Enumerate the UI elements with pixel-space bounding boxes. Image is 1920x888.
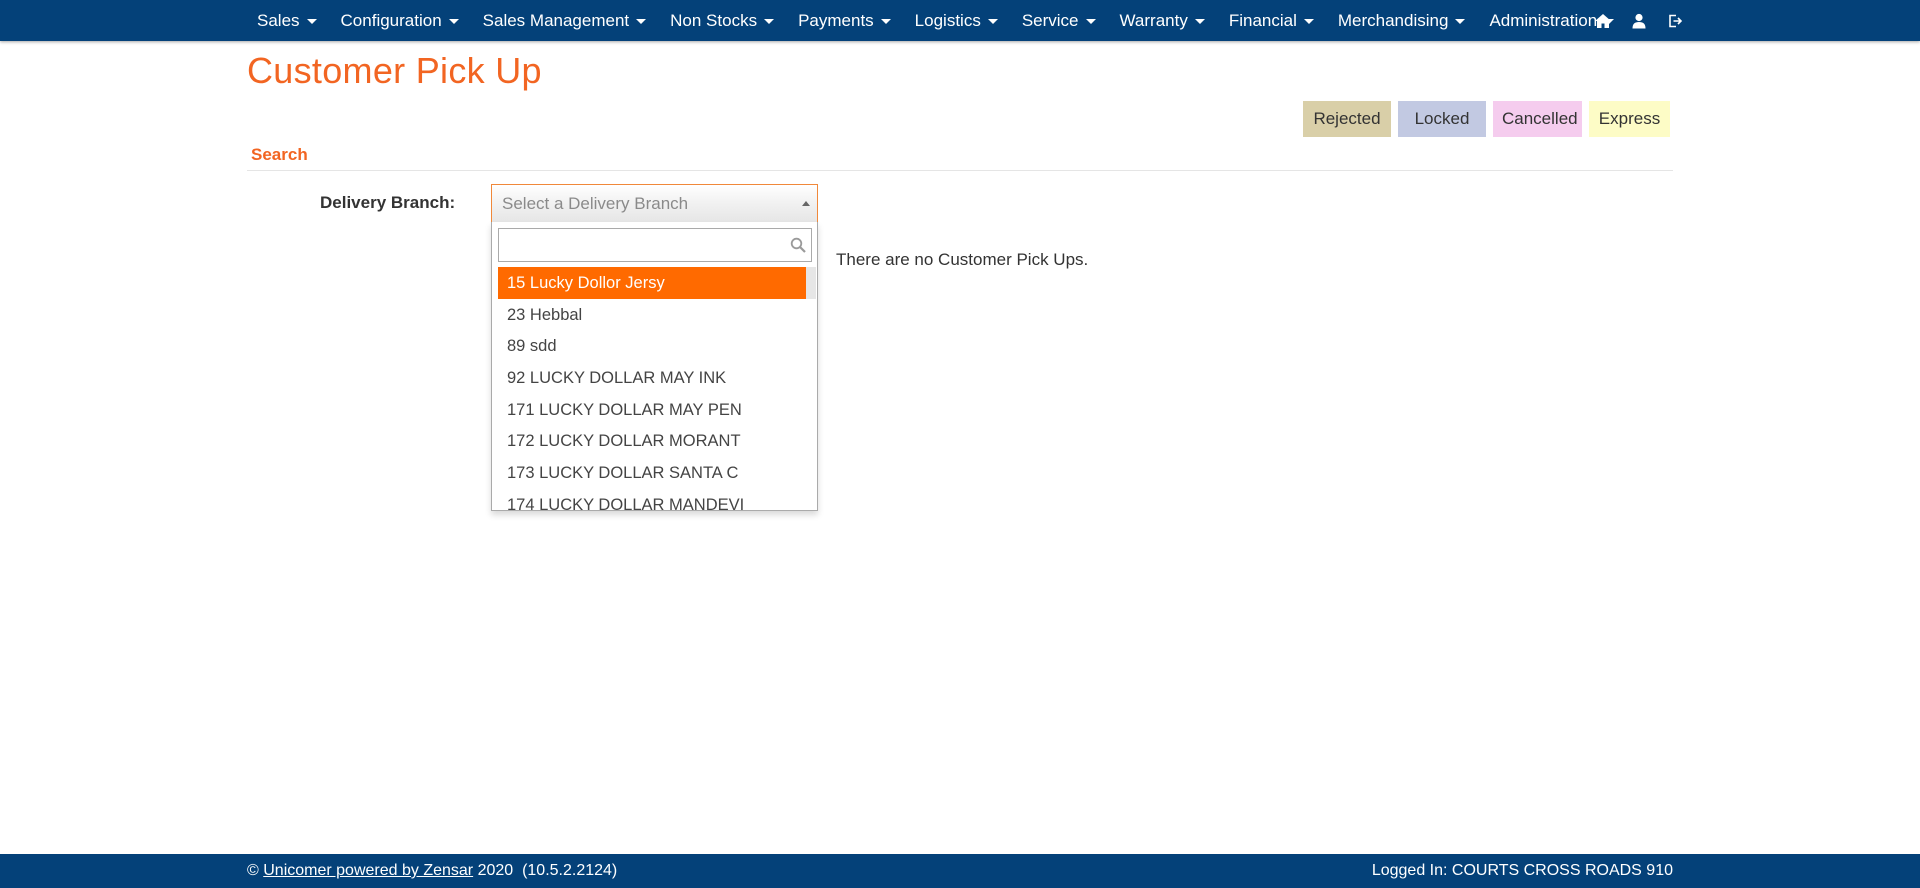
dropdown-search-box [498,228,812,262]
menu-label: Merchandising [1337,10,1449,30]
caret-down-icon [448,19,459,24]
logout-icon[interactable] [1662,0,1688,41]
dropdown-option[interactable]: 173 LUCKY DOLLAR SANTA C [498,457,806,489]
menu-merchandising[interactable]: Merchandising [1326,0,1478,41]
caret-down-icon [987,19,998,24]
dropdown-option[interactable]: 171 LUCKY DOLLAR MAY PEN [498,394,806,426]
main-menu: Sales Configuration Sales Management Non… [245,0,1626,41]
search-section-title[interactable]: Search [251,145,308,165]
menu-configuration[interactable]: Configuration [329,0,471,41]
menu-label: Logistics [914,10,981,30]
dropdown-option[interactable]: 174 LUCKY DOLLAR MANDEVI [498,489,806,510]
menu-financial[interactable]: Financial [1217,0,1326,41]
footer: © Unicomer powered by Zensar 2020 (10.5.… [0,854,1920,888]
dropdown-scrollbar-thumb[interactable] [806,267,816,299]
menu-service[interactable]: Service [1010,0,1108,41]
app-version: (10.5.2.2124) [522,862,618,879]
menu-label: Non Stocks [670,10,758,30]
menu-sales-management[interactable]: Sales Management [471,0,658,41]
caret-down-icon [1194,19,1205,24]
dropdown-search-input[interactable] [499,229,791,261]
caret-down-icon [1455,19,1466,24]
empty-results-message: There are no Customer Pick Ups. [836,250,1089,269]
menu-label: Payments [798,10,874,30]
caret-down-icon [764,19,775,24]
nav-icon-group [1590,0,1698,41]
menu-label: Financial [1228,10,1297,30]
caret-down-icon [1303,19,1314,24]
dropdown-option[interactable]: 15 Lucky Dollor Jersy [498,267,806,299]
user-icon[interactable] [1626,0,1652,41]
menu-label: Service [1021,10,1079,30]
legend-express-badge: Express [1589,101,1670,137]
page-title: Customer Pick Up [247,50,542,91]
dropdown-option[interactable]: 23 Hebbal [498,299,806,331]
top-navbar: Sales Configuration Sales Management Non… [0,0,1920,41]
caret-down-icon [306,19,317,24]
menu-label: Administration [1489,10,1598,30]
menu-warranty[interactable]: Warranty [1108,0,1217,41]
menu-label: Warranty [1119,10,1188,30]
footer-year: 2020 [477,862,514,879]
legend-rejected-badge: Rejected [1303,101,1391,137]
caret-down-icon [1085,19,1096,24]
dropdown-option[interactable]: 89 sdd [498,330,806,362]
delivery-branch-select[interactable]: Select a Delivery Branch [491,184,818,222]
chevron-up-icon [802,201,810,206]
search-section-header: Search [247,141,1673,171]
menu-non-stocks[interactable]: Non Stocks [658,0,786,41]
dropdown-option[interactable]: 92 LUCKY DOLLAR MAY INK [498,362,806,394]
home-icon[interactable] [1590,0,1616,41]
dropdown-results-list: 15 Lucky Dollor Jersy 23 Hebbal 89 sdd 9… [498,267,806,510]
legend-locked-badge: Locked [1398,101,1486,137]
dropdown-option[interactable]: 172 LUCKY DOLLAR MORANT [498,425,806,457]
footer-copyright: © Unicomer powered by Zensar 2020 (10.5.… [247,862,617,880]
company-link[interactable]: Unicomer powered by Zensar [263,862,473,879]
legend-cancelled-badge: Cancelled [1493,101,1582,137]
menu-label: Sales Management [482,10,630,30]
menu-label: Sales [257,10,300,30]
logged-in-status: Logged In: COURTS CROSS ROADS 910 [1371,862,1673,879]
caret-down-icon [880,19,891,24]
delivery-branch-label: Delivery Branch: [320,193,456,212]
copyright-symbol: © [247,862,259,879]
select-placeholder: Select a Delivery Branch [502,194,689,213]
menu-label: Configuration [340,10,442,30]
caret-down-icon [636,19,647,24]
menu-sales[interactable]: Sales [245,0,329,41]
menu-logistics[interactable]: Logistics [903,0,1010,41]
delivery-branch-dropdown: 15 Lucky Dollor Jersy 23 Hebbal 89 sdd 9… [491,222,818,511]
dropdown-scrollbar[interactable] [806,267,816,510]
search-icon [790,237,806,253]
menu-payments[interactable]: Payments [786,0,903,41]
status-legend: Rejected Locked Cancelled Express [1303,101,1670,137]
